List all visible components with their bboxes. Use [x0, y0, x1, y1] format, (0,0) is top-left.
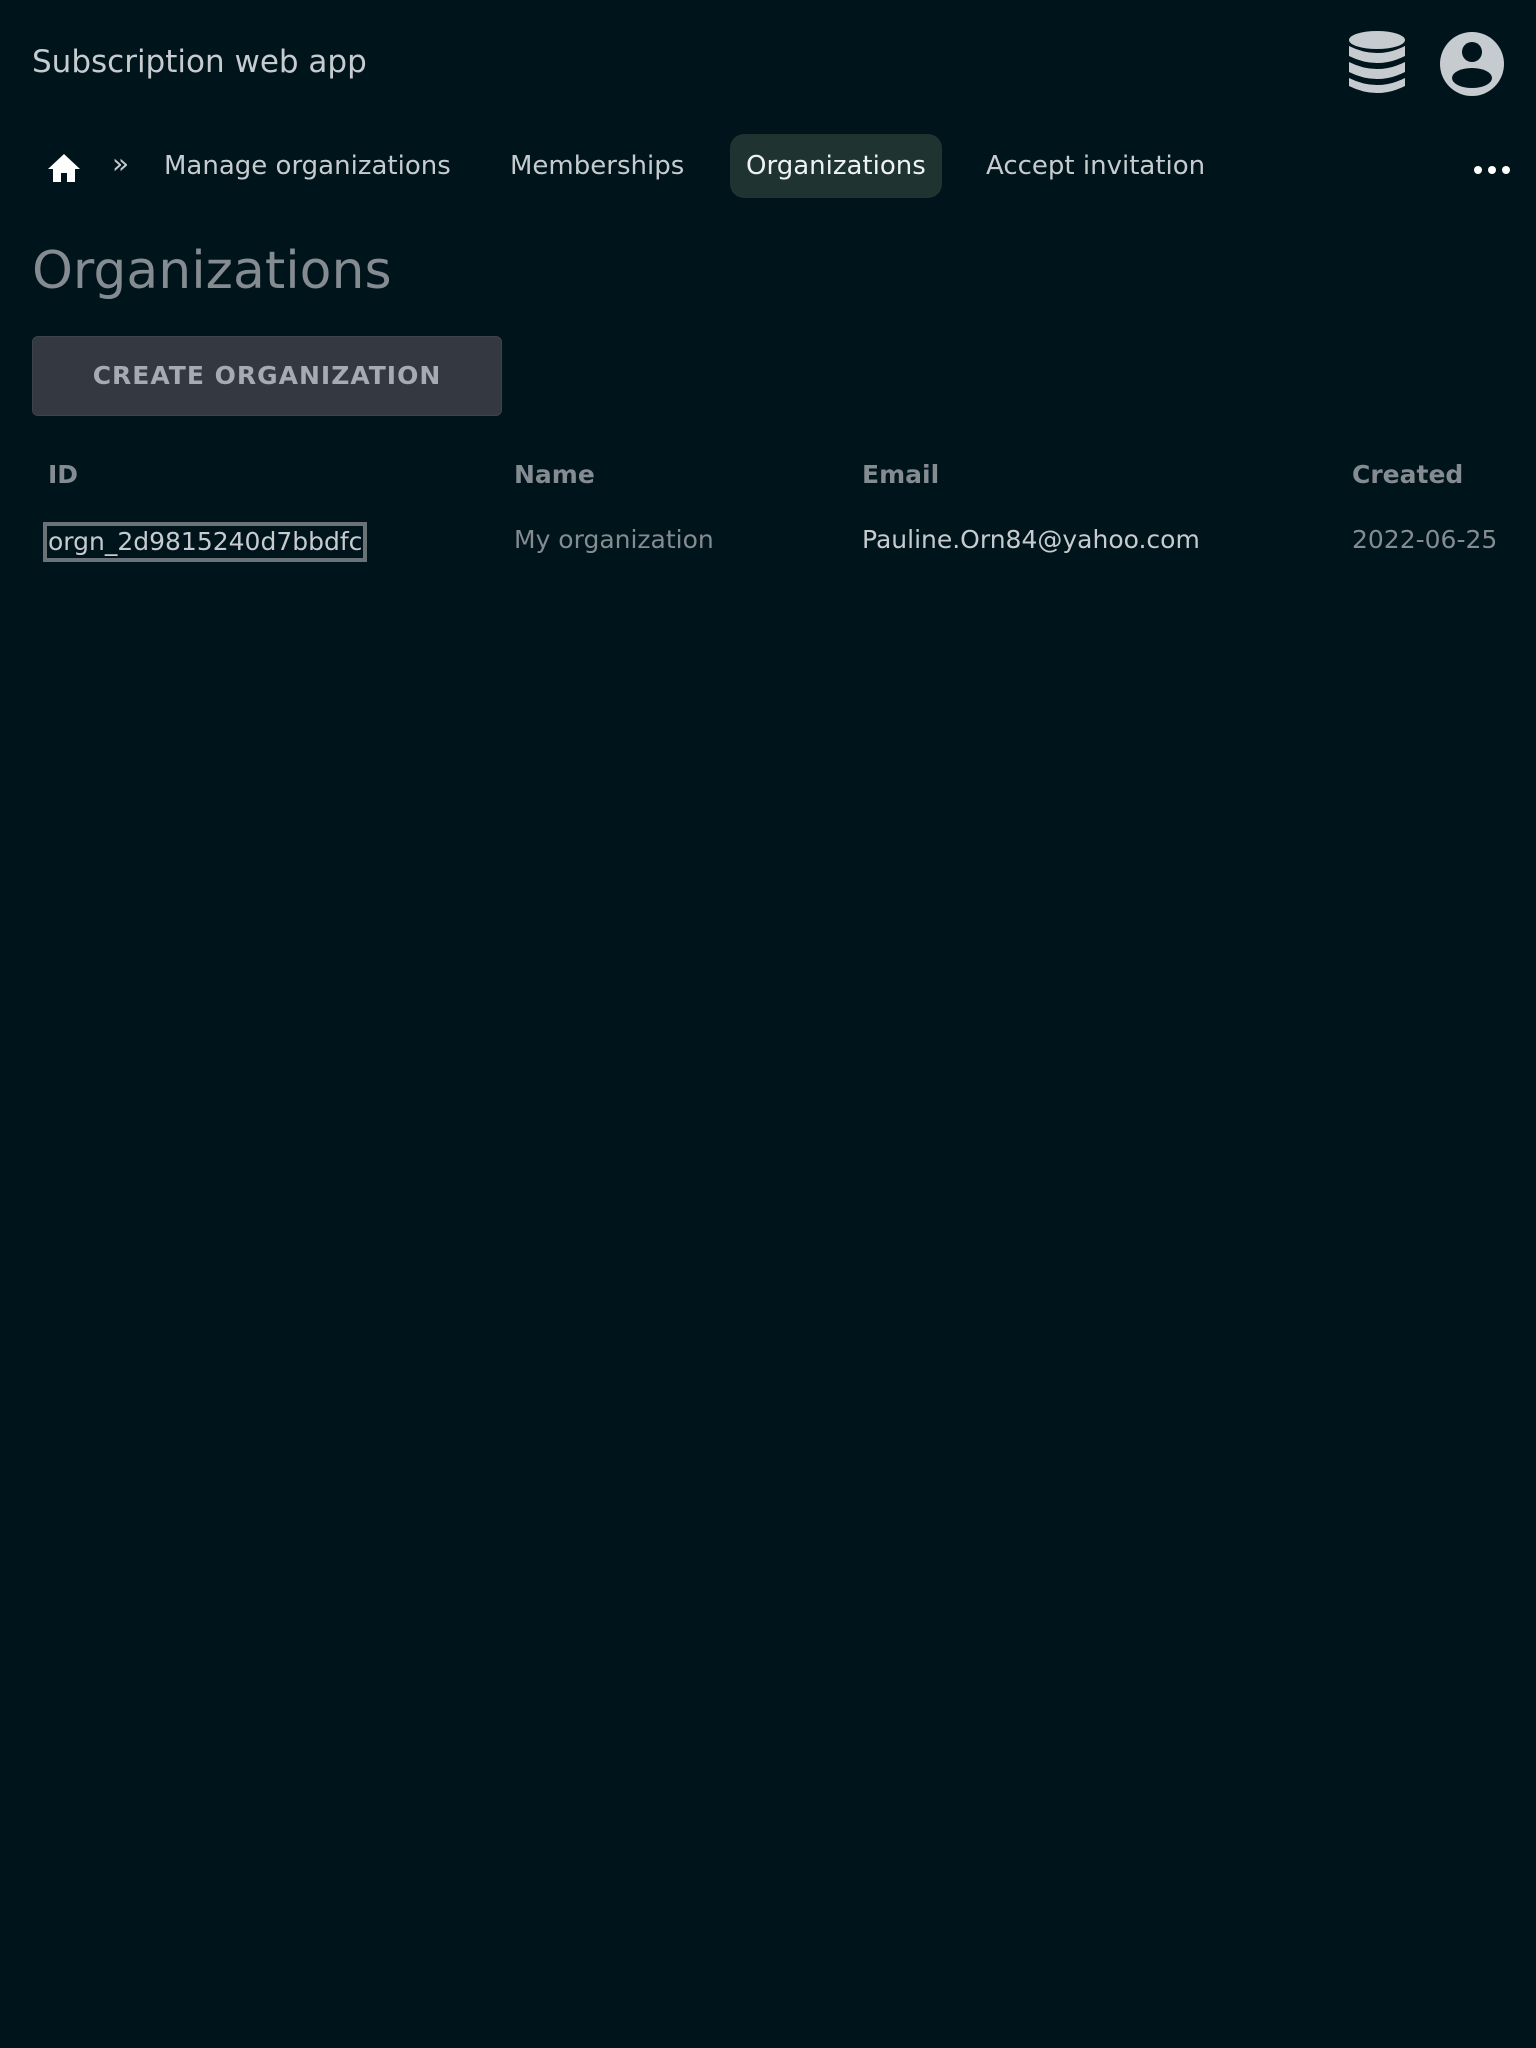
home-button[interactable] — [44, 148, 84, 188]
create-organization-button[interactable]: CREATE ORGANIZATION — [32, 336, 502, 416]
database-icon — [1349, 31, 1405, 93]
column-header-created: Created — [1352, 460, 1464, 489]
home-icon — [48, 154, 80, 182]
more-button[interactable] — [1472, 150, 1512, 190]
column-header-email: Email — [862, 460, 940, 489]
database-button[interactable] — [1342, 28, 1412, 100]
more-horizontal-icon — [1474, 166, 1510, 174]
column-header-name: Name — [514, 460, 595, 489]
account-circle-icon — [1440, 32, 1504, 96]
nav-item-accept-invitation[interactable]: Accept invitation — [986, 134, 1205, 198]
column-header-id: ID — [48, 460, 79, 489]
organization-id-cell[interactable]: orgn_2d9815240d7bbdfc — [43, 522, 368, 562]
organization-created-cell: 2022-06-25 — [1352, 525, 1498, 554]
nav-item-organizations[interactable]: Organizations — [730, 134, 942, 198]
account-button[interactable] — [1438, 30, 1506, 98]
page-title: Organizations — [32, 241, 392, 301]
breadcrumb-separator: » — [112, 147, 130, 180]
app-header: Subscription web app — [0, 0, 1536, 128]
app-title: Subscription web app — [32, 44, 367, 80]
nav-item-manage-organizations[interactable]: Manage organizations — [164, 134, 451, 198]
organization-name-cell: My organization — [514, 525, 714, 554]
organization-email-cell: Pauline.Orn84@yahoo.com — [862, 525, 1200, 554]
nav-item-memberships[interactable]: Memberships — [510, 134, 684, 198]
breadcrumb-navbar: » Manage organizations Memberships Organ… — [0, 128, 1536, 202]
